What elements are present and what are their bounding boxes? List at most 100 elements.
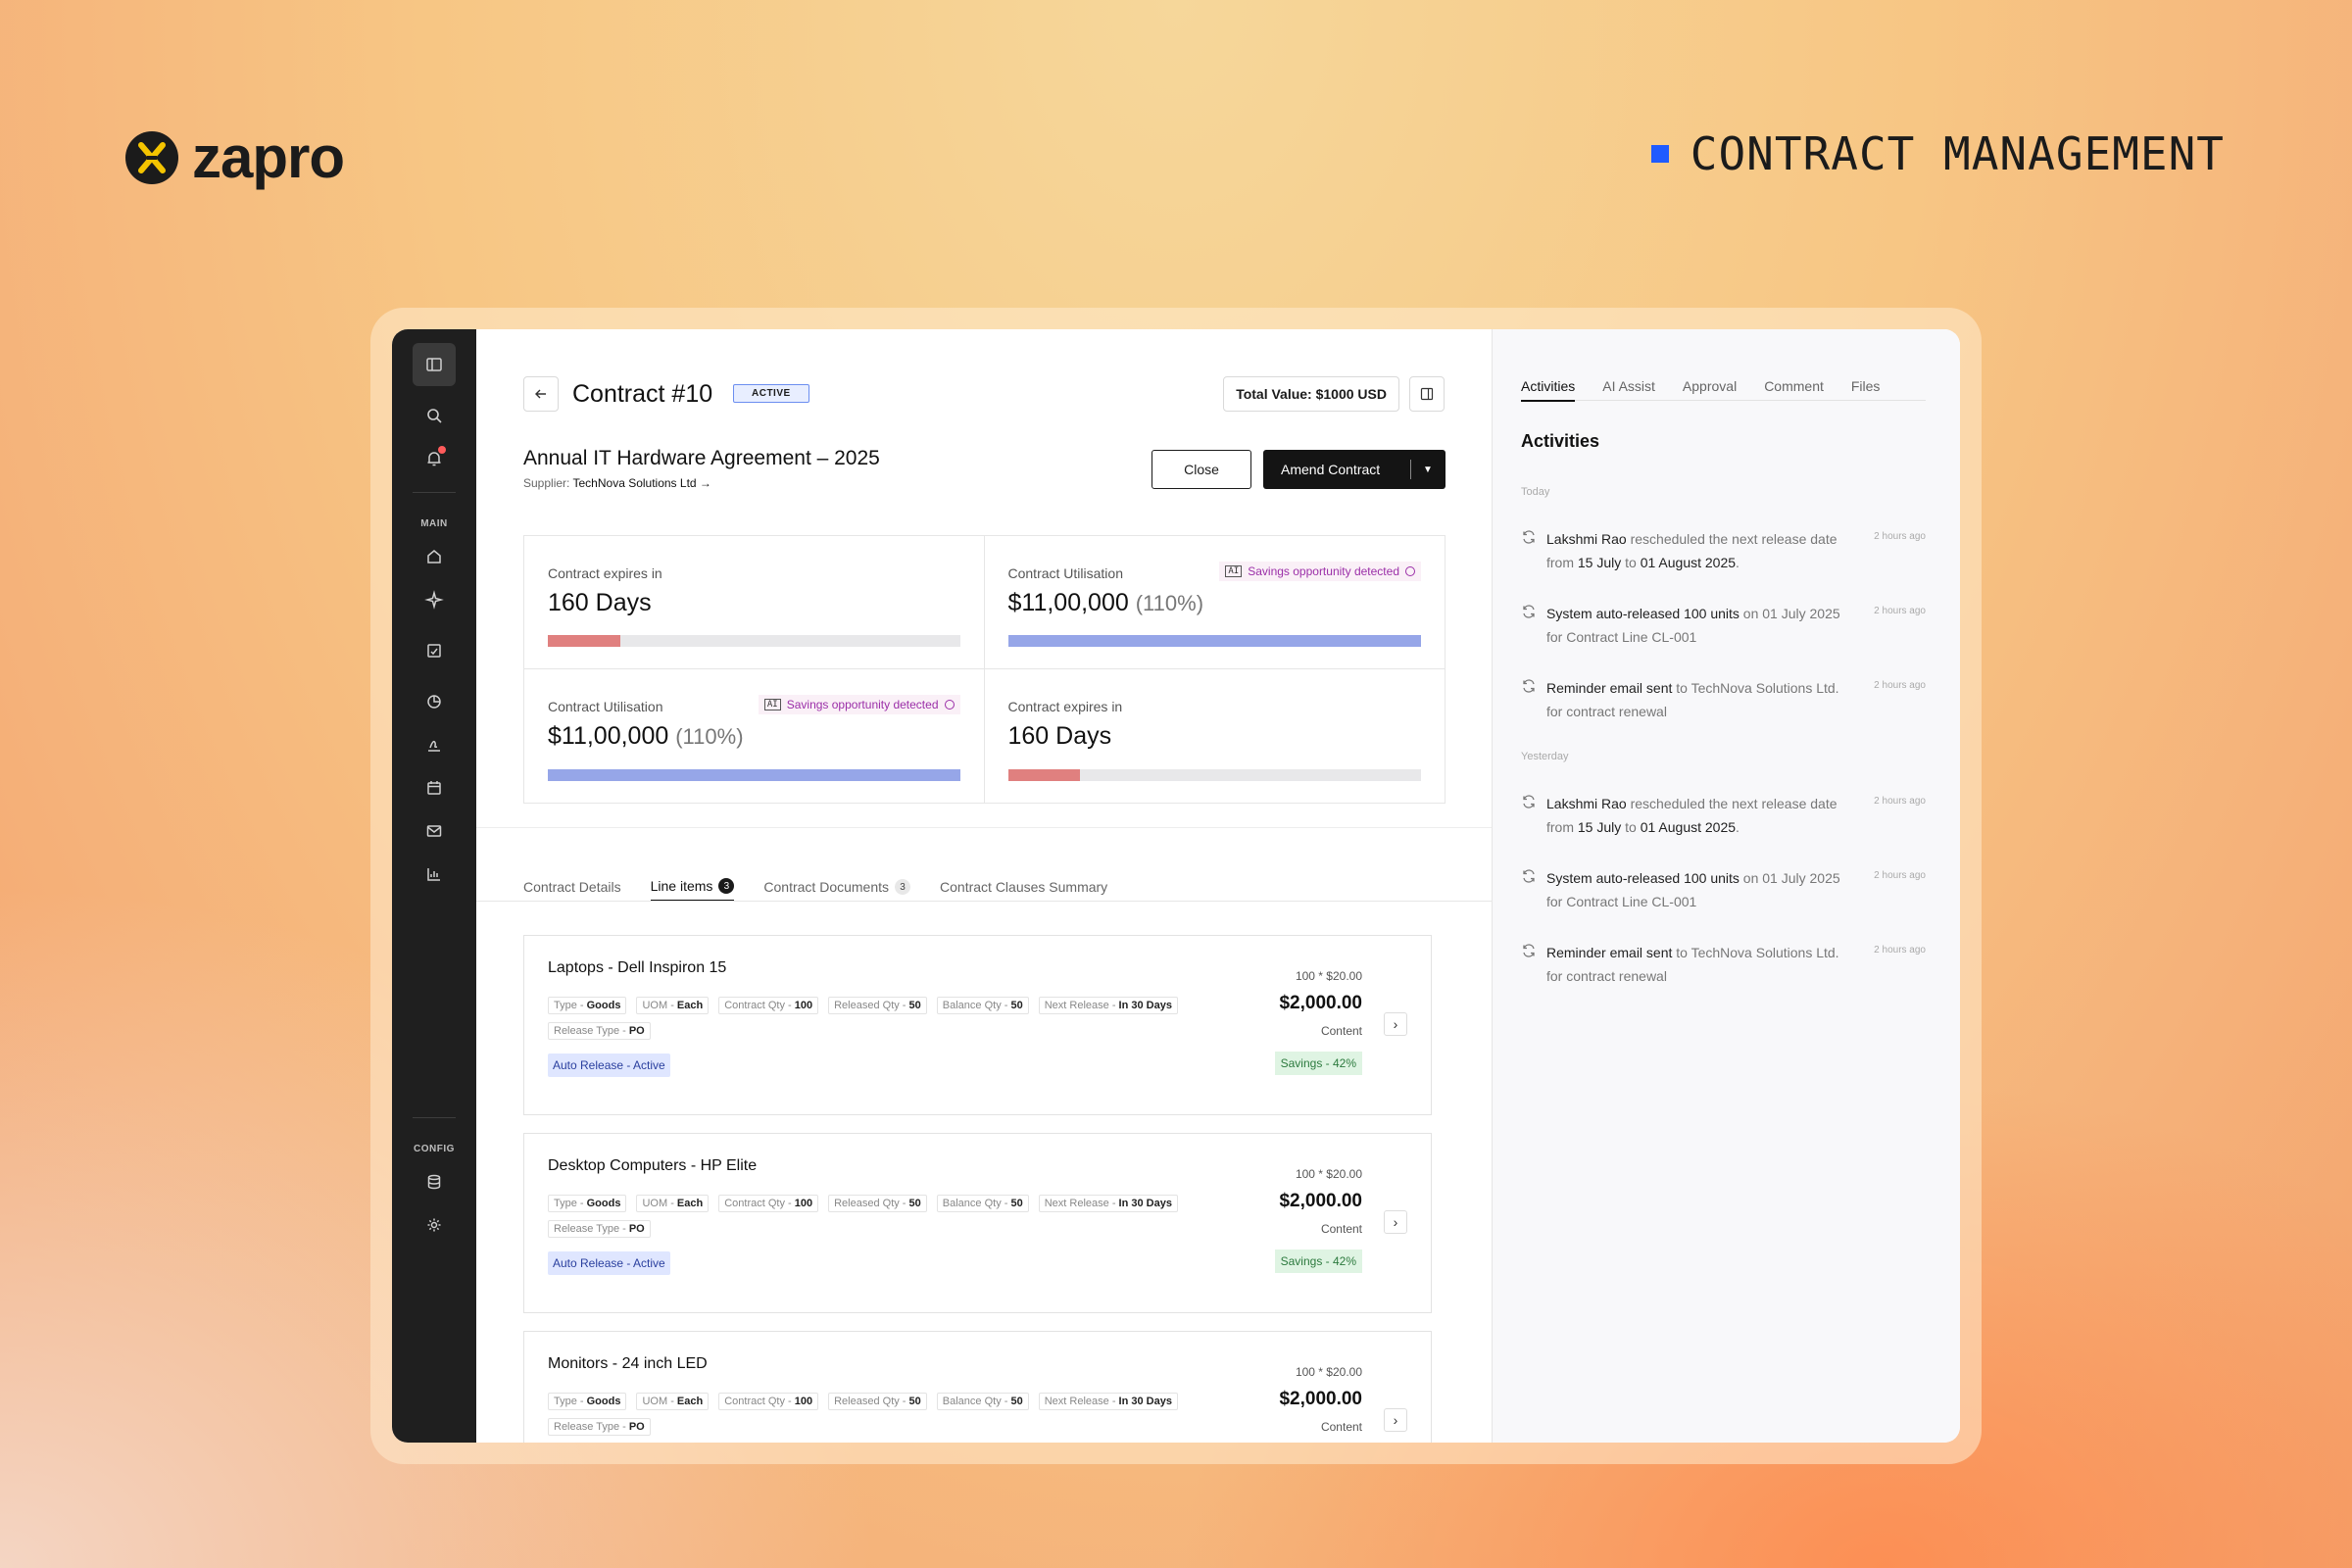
- ai-icon: AI: [763, 699, 781, 710]
- line-total-price: $2,000.00: [1279, 1191, 1362, 1211]
- agreement-title: Annual IT Hardware Agreement – 2025: [523, 447, 880, 469]
- pie-chart-icon: [427, 695, 441, 709]
- refresh-icon: [1521, 943, 1537, 958]
- activity-timestamp: 2 hours ago: [1874, 945, 1926, 956]
- activity-timestamp: 2 hours ago: [1874, 606, 1926, 616]
- activity-item: Lakshmi Rao rescheduled the next release…: [1521, 527, 1926, 574]
- line-item-tag: Type - Goods: [548, 1195, 627, 1212]
- sidebar-config-section: CONFIG: [392, 1105, 476, 1247]
- panel-toggle-button[interactable]: [413, 343, 456, 386]
- line-item-card[interactable]: Monitors - 24 inch LED Type - Goods UOM - …: [523, 1331, 1432, 1443]
- tab-contract-documents[interactable]: Contract Documents 3: [763, 878, 911, 902]
- activity-text: Reminder email sent to TechNova Solution…: [1546, 676, 1850, 723]
- main-content: Contract #10 ACTIVE Total Value: $1000 U…: [476, 329, 1493, 1443]
- tab-contract-details[interactable]: Contract Details: [523, 878, 621, 902]
- line-item-card[interactable]: Desktop Computers - HP Elite Type - Goods…: [523, 1133, 1432, 1313]
- amend-contract-button[interactable]: Amend Contract ▼: [1263, 450, 1446, 489]
- ai-icon: AI: [1225, 565, 1243, 577]
- activity-actor: System auto-released 100 units: [1546, 606, 1740, 621]
- status-badge: ACTIVE: [733, 384, 809, 403]
- chevron-right-icon[interactable]: ›: [1384, 1408, 1407, 1432]
- tag-value: 50: [908, 1396, 921, 1407]
- line-item-card[interactable]: Laptops - Dell Inspiron 15 Type - Goods UO…: [523, 935, 1432, 1115]
- stat-card: Contract expires in 160 Days: [985, 669, 1446, 803]
- unit-price: 100 * $20.00: [1295, 1365, 1362, 1379]
- brand-logo: zapro: [125, 123, 345, 191]
- sidebar-item-contracts[interactable]: [413, 723, 456, 766]
- sparkle-icon: [424, 590, 444, 610]
- activity-text: System auto-released 100 units on 01 Jul…: [1546, 866, 1850, 913]
- analytics-icon: [427, 868, 440, 881]
- sidebar-item-ai[interactable]: [413, 578, 456, 621]
- activity-actor: Lakshmi Rao: [1546, 531, 1627, 547]
- tab-contract-clauses-summary[interactable]: Contract Clauses Summary: [940, 878, 1107, 902]
- accent-square: [1650, 145, 1669, 163]
- arrow-left-icon: [535, 389, 546, 399]
- panel-title: Activities: [1521, 431, 1600, 451]
- auto-release-badge: Auto Release - Active: [548, 1054, 670, 1077]
- tag-value: Goods: [586, 1396, 621, 1407]
- line-item-tag: Type - Goods: [548, 997, 627, 1014]
- sidebar-item-data[interactable]: [413, 1160, 456, 1203]
- line-total-price: $2,000.00: [1279, 1389, 1362, 1409]
- tab-line-items[interactable]: Line items 3: [650, 878, 735, 902]
- tag-key: UOM -: [642, 1396, 677, 1407]
- tag-key: Type -: [554, 1198, 587, 1209]
- refresh-icon: [1521, 529, 1537, 545]
- sidebar-item-reports[interactable]: [413, 680, 456, 723]
- sidebar-item-settings[interactable]: [413, 1203, 456, 1247]
- activity-timestamp: 2 hours ago: [1874, 680, 1926, 691]
- tag-key: Balance Qty -: [942, 1198, 1011, 1209]
- tag-value: Goods: [586, 1000, 621, 1011]
- tabs-underline: [476, 901, 1492, 902]
- sidebar-item-calendar[interactable]: [413, 766, 456, 809]
- total-value-badge: Total Value: $1000 USD: [1223, 376, 1399, 412]
- section-divider: [476, 827, 1492, 828]
- chevron-right-icon[interactable]: ›: [1384, 1210, 1407, 1234]
- panel-tab-files[interactable]: Files: [1851, 378, 1881, 394]
- tag-key: Type -: [554, 1396, 587, 1407]
- savings-opportunity-chip[interactable]: AI Savings opportunity detected: [758, 695, 960, 714]
- tag-value: In 30 Days: [1118, 1000, 1172, 1011]
- search-button[interactable]: [413, 394, 456, 437]
- tag-value: In 30 Days: [1118, 1396, 1172, 1407]
- agreement-info: Annual IT Hardware Agreement – 2025 Supp…: [523, 447, 880, 490]
- panel-tab-comment[interactable]: Comment: [1764, 378, 1824, 394]
- back-button[interactable]: [523, 376, 559, 412]
- tag-value: 50: [1010, 1198, 1023, 1209]
- section-title: CONTRACT MANAGEMENT: [1650, 127, 2225, 180]
- tag-key: Balance Qty -: [942, 1000, 1011, 1011]
- tag-key: Type -: [554, 1000, 587, 1011]
- tab-label: Line items: [650, 878, 713, 894]
- sidebar-divider: [413, 492, 456, 493]
- tag-key: UOM -: [642, 1198, 677, 1209]
- savings-opportunity-chip[interactable]: AI Savings opportunity detected: [1219, 562, 1421, 581]
- tag-key: Next Release -: [1044, 1198, 1119, 1209]
- stat-amount: 160 Days: [1007, 722, 1112, 750]
- stat-value: $11,00,000 (110%): [548, 722, 960, 751]
- notifications-button[interactable]: [413, 437, 456, 480]
- sidebar-item-mail[interactable]: [413, 809, 456, 853]
- close-button[interactable]: Close: [1152, 450, 1251, 489]
- activity-item: Reminder email sent to TechNova Solution…: [1521, 941, 1926, 988]
- tag-key: Balance Qty -: [942, 1396, 1011, 1407]
- toggle-side-panel-button[interactable]: [1409, 376, 1445, 412]
- chevron-down-icon[interactable]: ▼: [1411, 465, 1445, 475]
- sidebar-item-analytics[interactable]: [413, 853, 456, 896]
- savings-opportunity-text: Savings opportunity detected: [1248, 564, 1399, 578]
- sidebar-config-label: CONFIG: [414, 1144, 455, 1154]
- activity-timestamp: 2 hours ago: [1874, 531, 1926, 542]
- supplier-link[interactable]: TechNova Solutions Ltd →: [573, 476, 711, 490]
- stat-card: Contract Utilisation $11,00,000 (110%) AI S…: [984, 536, 1445, 669]
- chevron-right-icon[interactable]: ›: [1384, 1012, 1407, 1036]
- panel-tab-approval[interactable]: Approval: [1683, 378, 1737, 394]
- sidebar-item-tasks[interactable]: [413, 629, 456, 672]
- sidebar-item-home[interactable]: [413, 535, 456, 578]
- stat-value: $11,00,000 (110%): [1008, 589, 1422, 617]
- activity-text: Reminder email sent to TechNova Solution…: [1546, 941, 1850, 988]
- contract-tabs: Contract Details Line items 3 Contract Docu…: [523, 878, 1107, 902]
- content-label: Content: [1320, 1222, 1362, 1236]
- stat-percent: (110%): [675, 724, 744, 749]
- panel-tab-ai-assist[interactable]: AI Assist: [1602, 378, 1655, 394]
- panel-tab-activities[interactable]: Activities: [1521, 378, 1576, 402]
